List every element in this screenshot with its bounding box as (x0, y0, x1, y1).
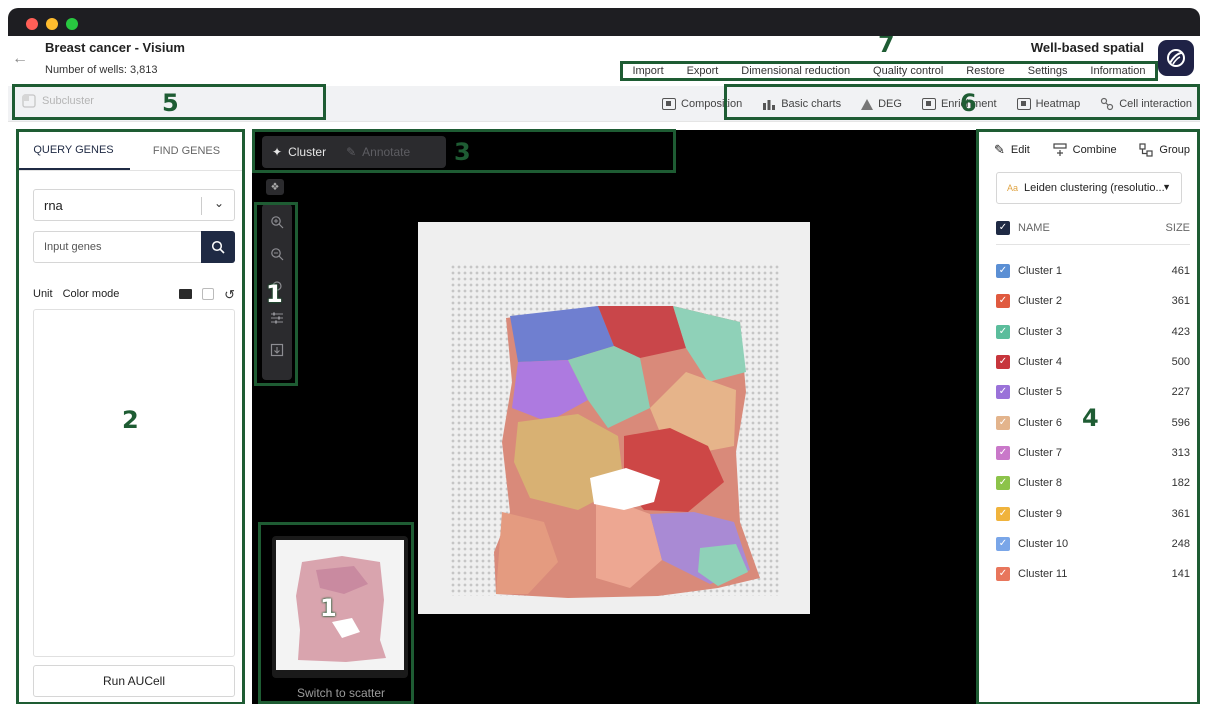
callout-label-4: 4 (1082, 404, 1099, 432)
callout-label-6: 6 (960, 89, 977, 117)
maximize-window-button[interactable] (66, 18, 78, 30)
logo-swirl-icon (1167, 49, 1185, 67)
tissue-cluster-map (494, 306, 760, 598)
dataset-title: Breast cancer - Visium (45, 40, 185, 55)
tissue-slide-image (418, 222, 810, 614)
lasso-select-icon[interactable]: ❖ (266, 179, 284, 195)
callout-label-5: 5 (162, 89, 179, 117)
app-window: ← Breast cancer - Visium Number of wells… (8, 36, 1200, 704)
callout-box-7 (620, 61, 1158, 81)
back-arrow-icon[interactable]: ← (12, 50, 28, 68)
callout-label-1b: 1 (320, 594, 337, 622)
app-logo (1158, 40, 1194, 76)
composition-icon (662, 98, 677, 110)
callout-label-3: 3 (454, 138, 471, 166)
wells-count: Number of wells: 3,813 (45, 64, 158, 76)
callout-label-7: 7 (878, 36, 895, 58)
close-window-button[interactable] (26, 18, 38, 30)
callout-label-2: 2 (122, 406, 139, 434)
window-titlebar (8, 8, 1200, 36)
analysis-mode-title: Well-based spatial (1030, 40, 1144, 55)
callout-label-1a: 1 (266, 280, 283, 308)
minimize-window-button[interactable] (46, 18, 58, 30)
